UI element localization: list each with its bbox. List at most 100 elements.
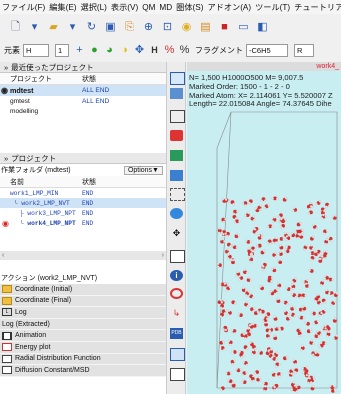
fragment-select[interactable]: -C6H5 — [246, 43, 288, 57]
project-row[interactable]: work1_LMP_MIN END — [0, 188, 166, 198]
element-count-select[interactable]: 1 — [55, 43, 69, 57]
rotate-icon[interactable]: ✥ — [170, 228, 183, 239]
eye-icon[interactable]: ◉ — [2, 219, 9, 228]
menu-solid[interactable]: 圏体(S) — [174, 1, 205, 13]
menu-file[interactable]: ファイル(F) — [0, 1, 47, 13]
menu-addon[interactable]: アドオン(A) — [205, 1, 253, 13]
color-icon[interactable]: ◑ — [117, 43, 132, 57]
hydrogen-atom — [335, 334, 338, 337]
action-item[interactable]: Coordinate (Final) — [0, 295, 166, 308]
bond-icon[interactable]: % — [162, 43, 177, 57]
scroll-left-icon[interactable]: ‹ — [2, 252, 4, 259]
hydrogen-atom — [272, 334, 276, 338]
action-item[interactable]: Coordinate (Initial) — [0, 284, 166, 296]
lock-icon[interactable]: ⊡ — [160, 20, 175, 34]
hydrogen-icon[interactable]: H — [147, 43, 162, 57]
new-file-icon[interactable]: 🗋 — [8, 20, 23, 34]
hydrogen-atom — [310, 339, 314, 342]
delete-icon[interactable] — [170, 130, 183, 141]
pdb-icon[interactable]: PDB — [170, 328, 183, 339]
frame-icon[interactable] — [170, 188, 185, 201]
info-icon[interactable]: i — [170, 270, 183, 281]
horizontal-scrollbar[interactable]: ‹ › — [0, 251, 166, 260]
grid-icon[interactable] — [170, 110, 185, 123]
save-icon[interactable]: ▣ — [103, 20, 118, 34]
action-item[interactable]: Animation — [0, 330, 166, 342]
menu-select[interactable]: 選択(L) — [79, 1, 109, 13]
axis-icon[interactable]: ↳ — [170, 308, 183, 319]
remove-atom-icon[interactable]: ◕ — [102, 43, 117, 57]
refresh-icon[interactable]: ↻ — [84, 20, 99, 34]
percent-icon[interactable]: % — [177, 43, 192, 57]
recent-col-project[interactable]: プロジェクト — [0, 74, 82, 84]
hydrogen-atom — [274, 251, 277, 255]
screen-icon[interactable] — [170, 348, 185, 361]
project-header[interactable]: » プロジェクト — [0, 153, 166, 164]
project-row[interactable]: ◉ └ work4_LMP_NPT END — [0, 218, 166, 228]
hydrogen-atom — [290, 292, 294, 296]
menu-edit[interactable]: 編集(E) — [47, 1, 78, 13]
window-icon[interactable]: ▭ — [236, 20, 251, 34]
clipboard-icon[interactable]: ▤ — [198, 20, 213, 34]
hydrogen-atom — [265, 314, 268, 317]
menu-md[interactable]: MD — [157, 3, 174, 12]
hydrogen-atom — [248, 256, 251, 260]
element-select[interactable]: H — [23, 43, 49, 57]
water-box-render[interactable] — [187, 108, 341, 394]
options-button[interactable]: Options▼ — [123, 165, 163, 175]
menu-tools[interactable]: ツール(T) — [253, 1, 292, 13]
molecule-viewer[interactable]: work4_ N= 1,500 H1000O500 M= 9,007.5 Mar… — [187, 62, 341, 394]
hydrogen-atom — [217, 231, 221, 235]
open-folder-icon[interactable]: ▰ — [46, 20, 61, 34]
hydrogen-atom — [325, 288, 328, 292]
view-icon[interactable] — [170, 150, 183, 161]
target-icon[interactable]: ◉ — [179, 20, 194, 34]
panel-icon[interactable] — [170, 88, 183, 99]
r-select[interactable]: R — [294, 43, 314, 57]
color-wheel-icon[interactable] — [170, 208, 183, 219]
box-icon[interactable] — [170, 170, 183, 181]
scroll-right-icon[interactable]: › — [162, 252, 164, 259]
hydrogen-atom — [333, 317, 337, 320]
hydrogen-atom — [257, 351, 260, 355]
menu-view[interactable]: 表示(V) — [109, 1, 140, 13]
project-row[interactable]: ├ work3_LMP_NPT END — [0, 208, 166, 218]
new-dropdown-icon[interactable]: ▾ — [27, 20, 42, 34]
table-icon[interactable] — [170, 250, 185, 263]
menu-tutorial[interactable]: チュートリアル( — [292, 1, 341, 13]
list-icon[interactable] — [170, 368, 185, 381]
copy-icon[interactable]: ⎘ — [122, 20, 137, 34]
hydrogen-atom — [290, 305, 293, 308]
circle-icon[interactable] — [170, 288, 183, 299]
recent-col-status[interactable]: 状態 — [82, 74, 96, 84]
project-col-status[interactable]: 状態 — [82, 177, 96, 187]
recent-row[interactable]: ◉ mdtest ALL END — [0, 85, 166, 96]
recent-projects-header[interactable]: » 最近使ったプロジェクト — [0, 62, 166, 73]
hydrogen-atom — [223, 311, 227, 315]
project-col-name[interactable]: 名前 — [0, 177, 82, 187]
recent-row[interactable]: gmtest ALL END — [0, 96, 166, 106]
action-item[interactable]: Radial Distribution Function — [0, 353, 166, 366]
project-row[interactable]: └ work2_LMP_NVT END — [0, 198, 166, 208]
menu-qm[interactable]: QM — [140, 3, 157, 12]
recent-row[interactable]: modelling — [0, 106, 166, 116]
move-icon[interactable]: ✥ — [132, 43, 147, 57]
stop-icon[interactable]: ■ — [217, 20, 232, 34]
action-item[interactable]: Log (Extracted) — [0, 318, 166, 331]
action-item[interactable]: Energy plot — [0, 341, 166, 354]
collapse-icon[interactable]: » — [4, 63, 8, 72]
open-dropdown-icon[interactable]: ▾ — [65, 20, 80, 34]
molecule-icon[interactable]: ⊕ — [141, 20, 156, 34]
crop-icon[interactable]: ◧ — [255, 20, 270, 34]
viewer-tab-title[interactable]: work4_ — [316, 62, 341, 71]
hydrogen-atom — [273, 266, 277, 270]
layout-icon[interactable] — [170, 72, 185, 85]
add-atom-icon[interactable]: + — [72, 43, 87, 57]
hydrogen-atom — [270, 348, 273, 351]
add-bond-icon[interactable]: ● — [87, 43, 102, 57]
hydrogen-atom — [322, 213, 325, 217]
collapse-icon[interactable]: » — [4, 154, 8, 163]
hydrogen-atom — [291, 209, 295, 212]
action-item[interactable]: L Log — [0, 307, 166, 319]
action-item[interactable]: Diffusion Constant/MSD — [0, 365, 166, 377]
